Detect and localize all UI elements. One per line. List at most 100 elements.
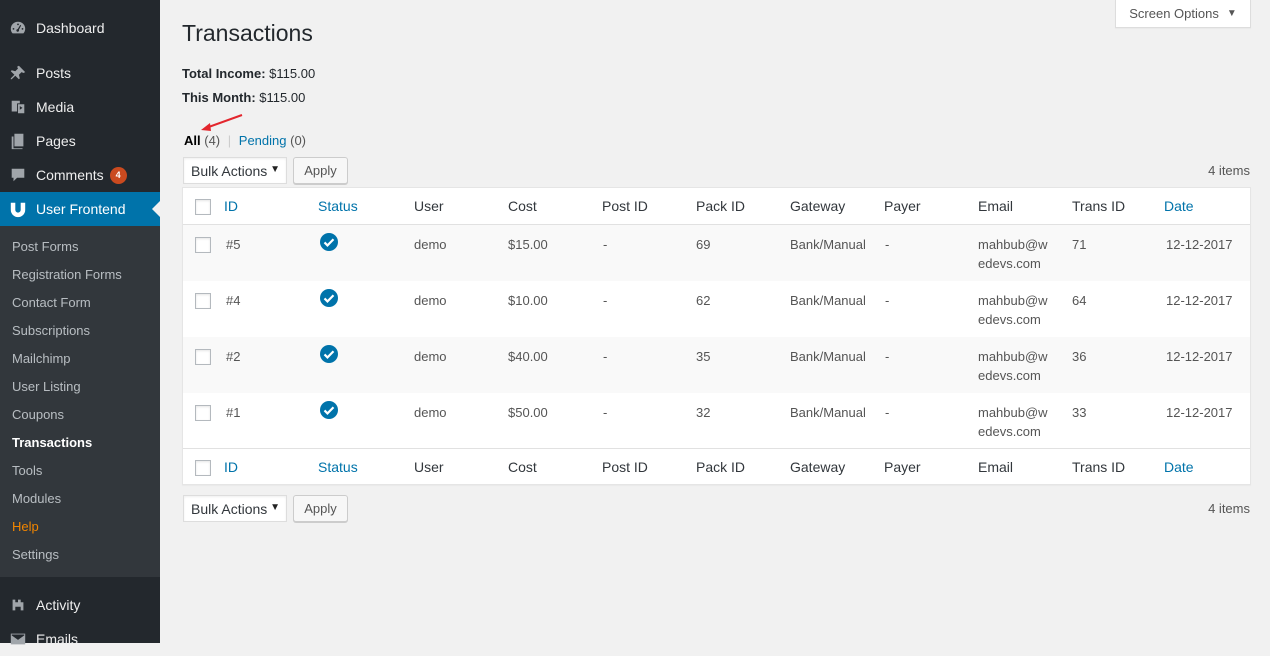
submenu-registration-forms[interactable]: Registration Forms xyxy=(12,261,122,289)
check-circle-icon xyxy=(320,401,338,424)
filter-separator: | xyxy=(227,133,232,148)
this-month-value: $115.00 xyxy=(259,90,306,105)
screen-options-button[interactable]: Screen Options ▼ xyxy=(1115,0,1251,28)
column-date[interactable]: Date xyxy=(1164,458,1194,477)
menu-label: Comments xyxy=(36,167,104,183)
submenu-post-forms[interactable]: Post Forms xyxy=(12,233,78,261)
cost: $50.00 xyxy=(508,405,548,420)
apply-button-top[interactable]: Apply xyxy=(293,157,348,184)
payer: - xyxy=(885,405,890,420)
menu-activity[interactable]: Activity xyxy=(0,588,160,622)
column-email: Email xyxy=(978,198,1014,214)
bulk-actions-select-bottom[interactable]: Bulk Actions ▼ xyxy=(183,495,287,522)
row-checkbox[interactable] xyxy=(195,237,211,253)
payer: - xyxy=(885,349,890,364)
pack-id-link[interactable]: 62 xyxy=(696,291,710,310)
transaction-id: #1 xyxy=(226,405,241,420)
submenu-mailchimp[interactable]: Mailchimp xyxy=(12,345,71,373)
transactions-table: ID Status User Cost Post ID Pack ID Gate… xyxy=(182,187,1251,485)
menu-label: Emails xyxy=(36,631,79,647)
items-count-bottom: 4 items xyxy=(1208,501,1250,516)
post-id: - xyxy=(603,237,608,252)
column-id[interactable]: ID xyxy=(224,197,238,216)
row-checkbox[interactable] xyxy=(195,405,211,421)
admin-sidebar: Dashboard Posts Media Pages Comments 4 U… xyxy=(0,0,160,647)
transaction-id: #2 xyxy=(226,349,241,364)
column-date[interactable]: Date xyxy=(1164,197,1194,216)
submenu-contact-form[interactable]: Contact Form xyxy=(12,289,91,317)
row-checkbox[interactable] xyxy=(195,349,211,365)
column-status[interactable]: Status xyxy=(318,197,358,216)
user-link[interactable]: demo xyxy=(414,403,447,422)
pin-icon xyxy=(0,64,36,82)
cost: $15.00 xyxy=(508,237,548,252)
cost: $40.00 xyxy=(508,349,548,364)
select-all-checkbox-footer[interactable] xyxy=(195,460,211,476)
gateway: Bank/Manual xyxy=(790,237,866,252)
bulk-actions-label: Bulk Actions xyxy=(191,162,268,179)
post-id: - xyxy=(603,293,608,308)
filter-pending-link[interactable]: Pending xyxy=(239,133,287,148)
column-pack-id: Pack ID xyxy=(696,198,746,214)
transaction-id: #5 xyxy=(226,237,241,252)
email: mahbub@wedevs.com xyxy=(978,405,1048,439)
cost: $10.00 xyxy=(508,293,548,308)
comments-count-badge: 4 xyxy=(109,166,127,184)
menu-media[interactable]: Media xyxy=(0,90,160,124)
menu-emails[interactable]: Emails xyxy=(0,622,160,656)
submenu-settings[interactable]: Settings xyxy=(12,541,59,569)
menu-posts[interactable]: Posts xyxy=(0,56,160,90)
bulk-actions-select-top[interactable]: Bulk Actions ▼ xyxy=(183,157,287,184)
email-icon xyxy=(0,630,36,648)
user-link[interactable]: demo xyxy=(414,235,447,254)
pages-icon xyxy=(0,132,36,150)
menu-label: User Frontend xyxy=(36,201,126,217)
payer: - xyxy=(885,293,890,308)
triangle-down-icon: ▼ xyxy=(270,502,280,513)
check-circle-icon xyxy=(320,289,338,312)
select-all-checkbox[interactable] xyxy=(195,199,211,215)
submenu-subscriptions[interactable]: Subscriptions xyxy=(12,317,90,345)
table-row: #4 demo $10.00 - 62 Bank/Manual - mahbub… xyxy=(183,281,1250,337)
column-gateway: Gateway xyxy=(790,198,846,214)
table-row: #5 demo $15.00 - 69 Bank/Manual - mahbub… xyxy=(183,225,1250,281)
pack-id-link[interactable]: 32 xyxy=(696,403,710,422)
column-id[interactable]: ID xyxy=(224,458,238,477)
submenu-coupons[interactable]: Coupons xyxy=(12,401,64,429)
submenu-transactions[interactable]: Transactions xyxy=(12,429,92,457)
status-filter-links: All (4) | Pending (0) xyxy=(184,133,306,148)
post-id: - xyxy=(603,405,608,420)
column-status[interactable]: Status xyxy=(318,458,358,477)
filter-all-link[interactable]: All xyxy=(184,133,201,148)
this-month-label: This Month: xyxy=(182,90,256,105)
transaction-id: #4 xyxy=(226,293,241,308)
menu-dashboard[interactable]: Dashboard xyxy=(0,11,160,45)
user-link[interactable]: demo xyxy=(414,291,447,310)
user-link[interactable]: demo xyxy=(414,347,447,366)
menu-comments[interactable]: Comments 4 xyxy=(0,158,160,192)
menu-label: Dashboard xyxy=(36,20,105,36)
total-income-value: $115.00 xyxy=(269,66,316,81)
submenu-tools[interactable]: Tools xyxy=(12,457,42,485)
menu-user-frontend[interactable]: User Frontend xyxy=(0,192,160,226)
date: 12-12-2017 xyxy=(1166,405,1233,420)
gateway: Bank/Manual xyxy=(790,293,866,308)
menu-label: Posts xyxy=(36,65,72,81)
activity-icon xyxy=(0,596,36,614)
trans-id: 33 xyxy=(1072,405,1087,420)
submenu-modules[interactable]: Modules xyxy=(12,485,61,513)
menu-pages[interactable]: Pages xyxy=(0,124,160,158)
date: 12-12-2017 xyxy=(1166,293,1233,308)
apply-button-bottom[interactable]: Apply xyxy=(293,495,348,522)
email: mahbub@wedevs.com xyxy=(978,293,1048,327)
red-arrow-annotation xyxy=(201,114,243,131)
pack-id-link[interactable]: 69 xyxy=(696,235,710,254)
pack-id-link[interactable]: 35 xyxy=(696,347,710,366)
row-checkbox[interactable] xyxy=(195,293,211,309)
column-pack-id: Pack ID xyxy=(696,459,746,475)
comment-icon xyxy=(0,166,36,184)
submenu-user-listing[interactable]: User Listing xyxy=(12,373,81,401)
submenu-help[interactable]: Help xyxy=(12,513,39,541)
bulk-actions-label: Bulk Actions xyxy=(191,500,268,517)
filter-pending-count: (0) xyxy=(290,133,307,148)
